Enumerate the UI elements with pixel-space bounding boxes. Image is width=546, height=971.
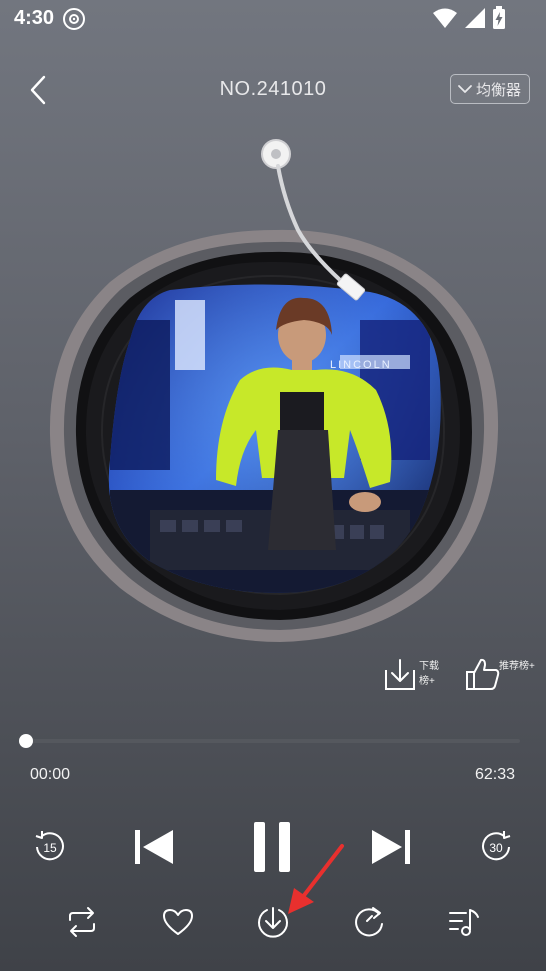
playlist-icon[interactable] xyxy=(446,904,482,940)
status-icons xyxy=(432,6,506,30)
status-bar: 4:30 xyxy=(0,0,546,38)
next-icon[interactable] xyxy=(370,827,412,867)
download-rank-icon xyxy=(385,659,415,690)
recommend-rank-button[interactable]: 推荐榜+ xyxy=(465,654,535,692)
download-rank-button[interactable]: 下载榜+ xyxy=(383,654,447,692)
download-rank-label: 下载榜+ xyxy=(419,661,439,687)
signal-icon xyxy=(465,8,485,28)
download-icon[interactable] xyxy=(255,904,291,940)
recommend-rank-label: 推荐榜+ xyxy=(499,661,535,672)
svg-text:LINCOLN: LINCOLN xyxy=(330,359,392,371)
refresh-icon[interactable] xyxy=(351,904,387,940)
equalizer-button[interactable]: 均衡器 xyxy=(449,74,530,104)
battery-charging-icon xyxy=(493,6,505,29)
current-time: 00:00 xyxy=(30,766,71,783)
disc-icon xyxy=(63,8,85,30)
total-time: 62:33 xyxy=(474,766,515,783)
chevron-down-icon xyxy=(458,85,472,93)
progress-thumb[interactable] xyxy=(19,734,33,748)
forward-seconds-label: 30 xyxy=(489,841,503,855)
equalizer-label: 均衡器 xyxy=(475,81,521,99)
rank-actions: 下载榜+ 推荐榜+ xyxy=(0,654,546,694)
rewind-seconds-label: 15 xyxy=(43,841,57,855)
repeat-icon[interactable] xyxy=(64,904,100,940)
vinyl-record: LINCOLN xyxy=(49,139,499,642)
progress-bar[interactable] xyxy=(24,739,520,743)
forward-30-icon[interactable]: 30 xyxy=(478,829,514,865)
status-time: 4:30 xyxy=(14,7,55,29)
rewind-15-icon[interactable]: 15 xyxy=(32,829,68,865)
player-header: NO.241010 均衡器 xyxy=(0,60,546,120)
wifi-icon xyxy=(433,8,457,28)
previous-icon[interactable] xyxy=(133,827,175,867)
pause-icon[interactable] xyxy=(252,820,292,874)
thumbs-up-icon xyxy=(466,658,500,690)
heart-icon[interactable] xyxy=(160,904,196,940)
